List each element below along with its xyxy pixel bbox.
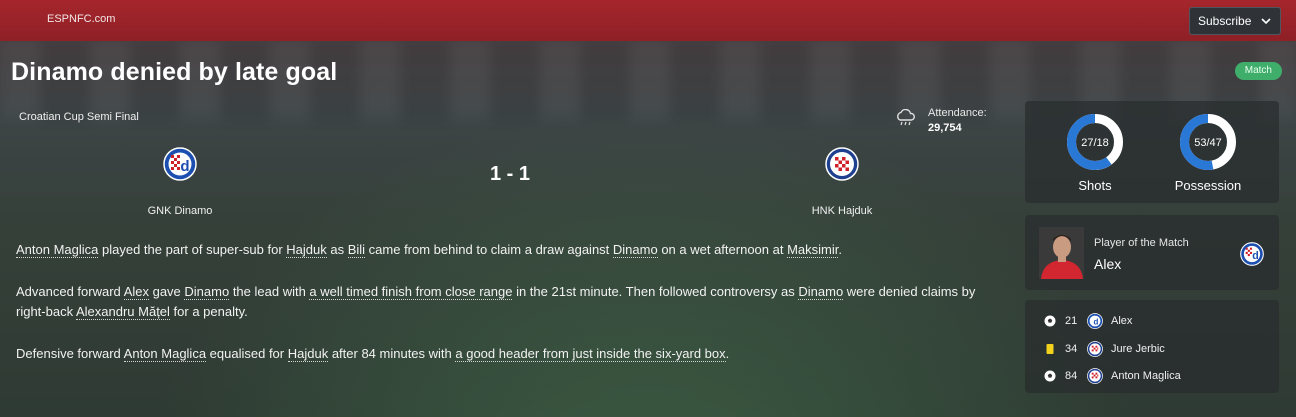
event-minute: 84 bbox=[1065, 370, 1078, 382]
text: came from behind to claim a draw against bbox=[365, 242, 613, 257]
svg-text:d: d bbox=[1093, 317, 1098, 326]
possession-value: 53/47 bbox=[1194, 137, 1222, 149]
text: for a penalty. bbox=[169, 304, 248, 319]
highlight-link[interactable]: a good header from just inside the six-y… bbox=[455, 346, 726, 362]
away-team-name[interactable]: HNK Hajduk bbox=[762, 205, 922, 217]
text: . bbox=[725, 346, 730, 361]
team-link[interactable]: Hajduk bbox=[287, 346, 329, 362]
dinamo-crest-icon[interactable]: d bbox=[163, 147, 197, 181]
player-of-the-match-panel[interactable]: Player of the Match Alex d bbox=[1025, 215, 1279, 290]
hajduk-crest-icon bbox=[1087, 368, 1103, 384]
site-name[interactable]: ESPNFC.com bbox=[47, 13, 115, 25]
attendance-value: 29,754 bbox=[928, 122, 962, 134]
manager-link[interactable]: Bili bbox=[347, 242, 366, 258]
shots-value: 27/18 bbox=[1081, 137, 1109, 149]
football-icon bbox=[1044, 315, 1056, 327]
player-link[interactable]: Alex bbox=[123, 284, 149, 300]
text: equalised for bbox=[206, 346, 288, 361]
text: Defensive forward bbox=[16, 346, 124, 361]
top-bar: ESPNFC.com Subscribe bbox=[0, 0, 1296, 41]
potm-player-name[interactable]: Alex bbox=[1094, 256, 1121, 272]
match-badge: Match bbox=[1234, 62, 1282, 80]
match-score: 1 - 1 bbox=[489, 163, 531, 185]
text: gave bbox=[148, 284, 185, 299]
possession-label: Possession bbox=[1174, 178, 1242, 193]
article-paragraph-3: Defensive forward Anton Maglica equalise… bbox=[16, 344, 1006, 364]
rain-cloud-icon bbox=[897, 109, 915, 126]
event-minute: 34 bbox=[1065, 343, 1078, 355]
player-link[interactable]: Anton Maglica bbox=[123, 346, 207, 362]
match-events-panel: 21 d Alex 34 Jure Jerbic 84 Anton Maglic… bbox=[1025, 300, 1279, 393]
article-title: Dinamo denied by late goal bbox=[11, 58, 338, 86]
text: Advanced forward bbox=[16, 284, 124, 299]
event-row[interactable]: 34 Jure Jerbic bbox=[1025, 340, 1279, 360]
event-player[interactable]: Alex bbox=[1111, 315, 1132, 327]
player-photo bbox=[1039, 227, 1084, 279]
chevron-down-icon bbox=[1261, 18, 1271, 25]
event-row[interactable]: 21 d Alex bbox=[1025, 312, 1279, 332]
subscribe-button[interactable]: Subscribe bbox=[1189, 7, 1281, 35]
text: on a wet afternoon at bbox=[657, 242, 788, 257]
text: . bbox=[838, 242, 842, 257]
player-link[interactable]: Anton Maglica bbox=[16, 242, 99, 258]
team-link[interactable]: Dinamo bbox=[184, 284, 230, 300]
svg-text:d: d bbox=[1252, 250, 1258, 262]
hajduk-crest-icon bbox=[1087, 341, 1103, 357]
team-link[interactable]: Dinamo bbox=[798, 284, 844, 300]
highlight-link[interactable]: a well timed finish from close range bbox=[309, 284, 513, 300]
yellow-card-icon bbox=[1046, 344, 1054, 354]
subscribe-label: Subscribe bbox=[1198, 14, 1252, 28]
text: the lead with bbox=[229, 284, 310, 299]
shots-label: Shots bbox=[1078, 178, 1112, 193]
potm-label: Player of the Match bbox=[1094, 237, 1189, 249]
dinamo-crest-icon: d bbox=[1087, 313, 1103, 329]
dinamo-crest-icon: d bbox=[1240, 242, 1264, 266]
home-team-name[interactable]: GNK Dinamo bbox=[100, 205, 260, 217]
text: as bbox=[326, 242, 348, 257]
article-paragraph-1: Anton Maglica played the part of super-s… bbox=[16, 240, 1006, 260]
event-minute: 21 bbox=[1065, 315, 1078, 327]
hajduk-crest-icon[interactable] bbox=[825, 147, 859, 181]
player-link[interactable]: Alexandru Mățel bbox=[75, 304, 170, 320]
team-link[interactable]: Hajduk bbox=[286, 242, 327, 258]
match-stats-panel: 27/18 Shots 53/47 Possession bbox=[1025, 101, 1279, 203]
article-body: Anton Maglica played the part of super-s… bbox=[16, 240, 1006, 386]
text: played the part of super-sub for bbox=[98, 242, 287, 257]
stadium-link[interactable]: Maksimir bbox=[787, 242, 839, 258]
attendance-label: Attendance: bbox=[928, 107, 987, 119]
text: after 84 minutes with bbox=[328, 346, 456, 361]
svg-text:d: d bbox=[180, 158, 189, 175]
text: in the 21st minute. Then followed contro… bbox=[512, 284, 799, 299]
competition-name: Croatian Cup Semi Final bbox=[19, 111, 139, 123]
team-link[interactable]: Dinamo bbox=[612, 242, 658, 258]
article-paragraph-2: Advanced forward Alex gave Dinamo the le… bbox=[16, 282, 1006, 322]
event-row[interactable]: 84 Anton Maglica bbox=[1025, 367, 1279, 387]
event-player[interactable]: Anton Maglica bbox=[1111, 370, 1181, 382]
football-icon bbox=[1044, 370, 1056, 382]
event-player[interactable]: Jure Jerbic bbox=[1111, 343, 1165, 355]
